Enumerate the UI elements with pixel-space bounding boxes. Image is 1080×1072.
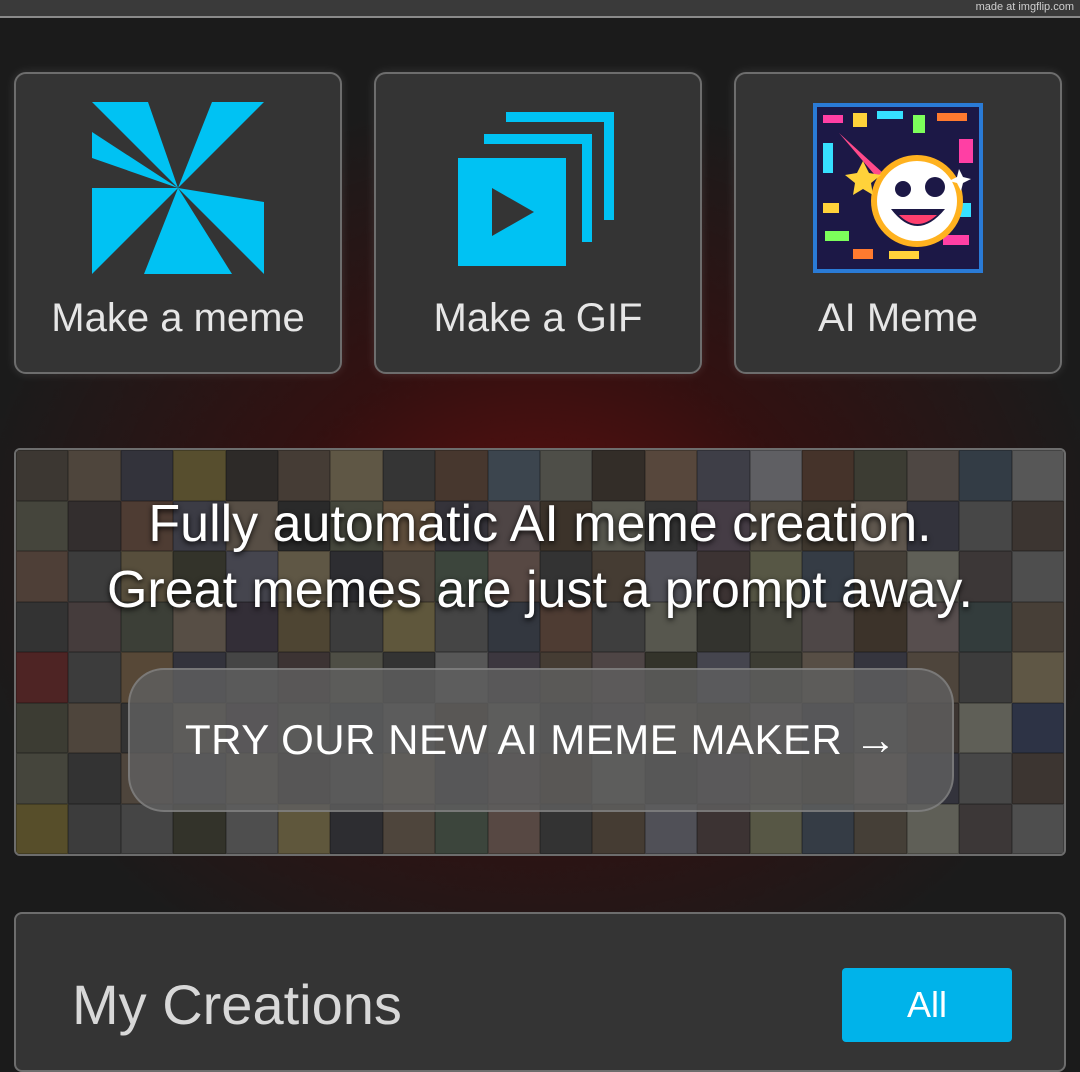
gif-layers-icon bbox=[452, 102, 624, 274]
ai-meme-banner[interactable]: Fully automatic AI meme creation. Great … bbox=[14, 448, 1066, 856]
ai-meme-tile[interactable]: AI Meme bbox=[734, 72, 1062, 374]
pinwheel-icon bbox=[92, 102, 264, 274]
try-ai-meme-maker-button[interactable]: TRY OUR NEW AI MEME MAKER → bbox=[128, 668, 954, 812]
make-a-meme-tile[interactable]: Make a meme bbox=[14, 72, 342, 374]
watermark: made at imgflip.com bbox=[975, 1, 1074, 13]
my-creations-panel: My Creations All bbox=[14, 912, 1066, 1072]
section-title: My Creations bbox=[72, 973, 402, 1036]
tile-label: Make a meme bbox=[51, 296, 305, 340]
top-bar: made at imgflip.com bbox=[0, 0, 1080, 18]
ai-meme-thumbnail bbox=[812, 102, 984, 274]
banner-subheadline: Great memes are just a prompt away. bbox=[106, 561, 974, 619]
tile-label: Make a GIF bbox=[433, 296, 643, 340]
banner-headline: Fully automatic AI meme creation. bbox=[148, 495, 932, 553]
tile-label: AI Meme bbox=[817, 296, 979, 340]
make-a-gif-tile[interactable]: Make a GIF bbox=[374, 72, 702, 374]
all-filter-button[interactable]: All bbox=[842, 968, 1012, 1042]
